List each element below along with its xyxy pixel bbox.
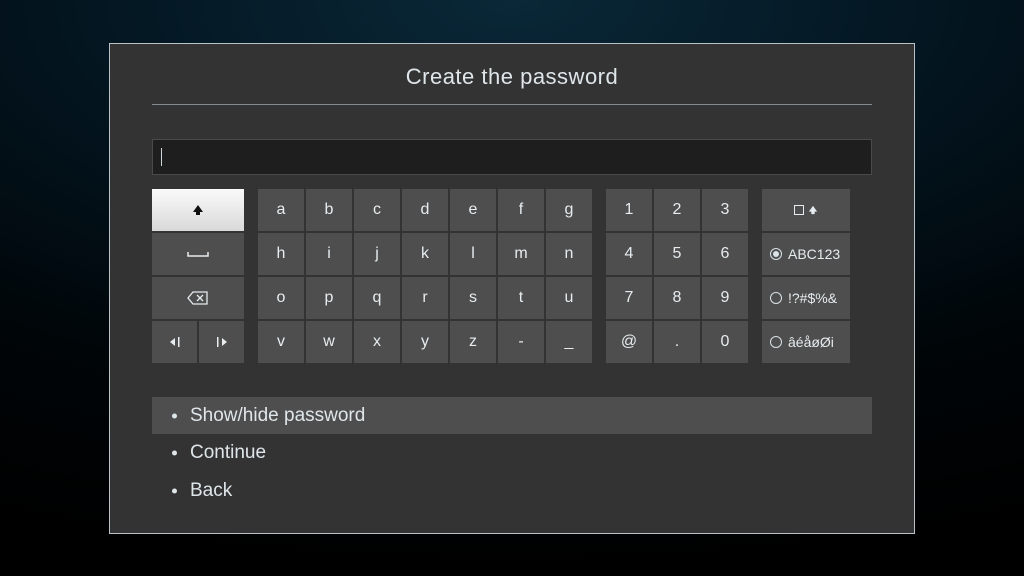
mode-abc-key[interactable]: ABC123 <box>762 233 850 275</box>
key-b[interactable]: b <box>306 189 352 231</box>
backspace-icon <box>187 291 209 305</box>
key-underscore[interactable]: _ <box>546 321 592 363</box>
key-6[interactable]: 6 <box>702 233 748 275</box>
key-dash[interactable]: - <box>498 321 544 363</box>
key-d[interactable]: d <box>402 189 448 231</box>
mode-abc-label: ABC123 <box>788 246 840 262</box>
key-p[interactable]: p <box>306 277 352 319</box>
arrow-up-icon <box>192 204 204 216</box>
key-x[interactable]: x <box>354 321 400 363</box>
key-r[interactable]: r <box>402 277 448 319</box>
option-show-hide[interactable]: Show/hide password <box>152 397 872 434</box>
page-title: Create the password <box>152 44 872 105</box>
mode-symbols-label: !?#$%& <box>788 290 837 306</box>
key-v[interactable]: v <box>258 321 304 363</box>
arrow-right-bar-icon <box>214 336 230 348</box>
key-7[interactable]: 7 <box>606 277 652 319</box>
key-9[interactable]: 9 <box>702 277 748 319</box>
backspace-key[interactable] <box>152 277 244 319</box>
cursor-right-key[interactable] <box>199 321 244 363</box>
onscreen-keyboard: a b c d e f g h i j k l m n o p q r <box>152 189 872 363</box>
key-y[interactable]: y <box>402 321 448 363</box>
key-c[interactable]: c <box>354 189 400 231</box>
keyboard-alpha-group: a b c d e f g h i j k l m n o p q r <box>258 189 592 363</box>
key-3[interactable]: 3 <box>702 189 748 231</box>
mode-symbols-key[interactable]: !?#$%& <box>762 277 850 319</box>
key-g[interactable]: g <box>546 189 592 231</box>
key-i[interactable]: i <box>306 233 352 275</box>
keyboard-mode-group: ABC123 !?#$%& âéåøØi <box>762 189 850 363</box>
shift-key[interactable] <box>152 189 244 231</box>
key-l[interactable]: l <box>450 233 496 275</box>
key-j[interactable]: j <box>354 233 400 275</box>
mode-accents-key[interactable]: âéåøØi <box>762 321 850 363</box>
password-panel: Create the password <box>109 43 915 534</box>
key-s[interactable]: s <box>450 277 496 319</box>
key-q[interactable]: q <box>354 277 400 319</box>
radio-off-icon <box>770 336 782 348</box>
radio-off-icon <box>770 292 782 304</box>
key-at[interactable]: @ <box>606 321 652 363</box>
keyboard-numeric-group: 1 2 3 4 5 6 7 8 9 @ . 0 <box>606 189 748 363</box>
password-input[interactable] <box>152 139 872 175</box>
key-5[interactable]: 5 <box>654 233 700 275</box>
key-8[interactable]: 8 <box>654 277 700 319</box>
key-n[interactable]: n <box>546 233 592 275</box>
square-icon <box>794 205 804 215</box>
arrow-left-bar-icon <box>167 336 183 348</box>
key-z[interactable]: z <box>450 321 496 363</box>
options-list: Show/hide password Continue Back <box>152 397 872 509</box>
mode-accents-label: âéåøØi <box>788 334 834 350</box>
key-2[interactable]: 2 <box>654 189 700 231</box>
key-u[interactable]: u <box>546 277 592 319</box>
mode-caps-key[interactable] <box>762 189 850 231</box>
space-icon <box>187 249 209 259</box>
key-4[interactable]: 4 <box>606 233 652 275</box>
key-e[interactable]: e <box>450 189 496 231</box>
option-continue[interactable]: Continue <box>152 434 872 471</box>
cursor-left-key[interactable] <box>152 321 197 363</box>
text-cursor <box>161 148 162 166</box>
key-h[interactable]: h <box>258 233 304 275</box>
space-key[interactable] <box>152 233 244 275</box>
key-t[interactable]: t <box>498 277 544 319</box>
key-dot[interactable]: . <box>654 321 700 363</box>
key-0[interactable]: 0 <box>702 321 748 363</box>
radio-on-icon <box>770 248 782 260</box>
key-k[interactable]: k <box>402 233 448 275</box>
key-w[interactable]: w <box>306 321 352 363</box>
key-f[interactable]: f <box>498 189 544 231</box>
key-a[interactable]: a <box>258 189 304 231</box>
keyboard-controls-group <box>152 189 244 363</box>
key-o[interactable]: o <box>258 277 304 319</box>
option-back[interactable]: Back <box>152 472 872 509</box>
key-1[interactable]: 1 <box>606 189 652 231</box>
arrow-up-icon <box>808 205 818 215</box>
key-m[interactable]: m <box>498 233 544 275</box>
